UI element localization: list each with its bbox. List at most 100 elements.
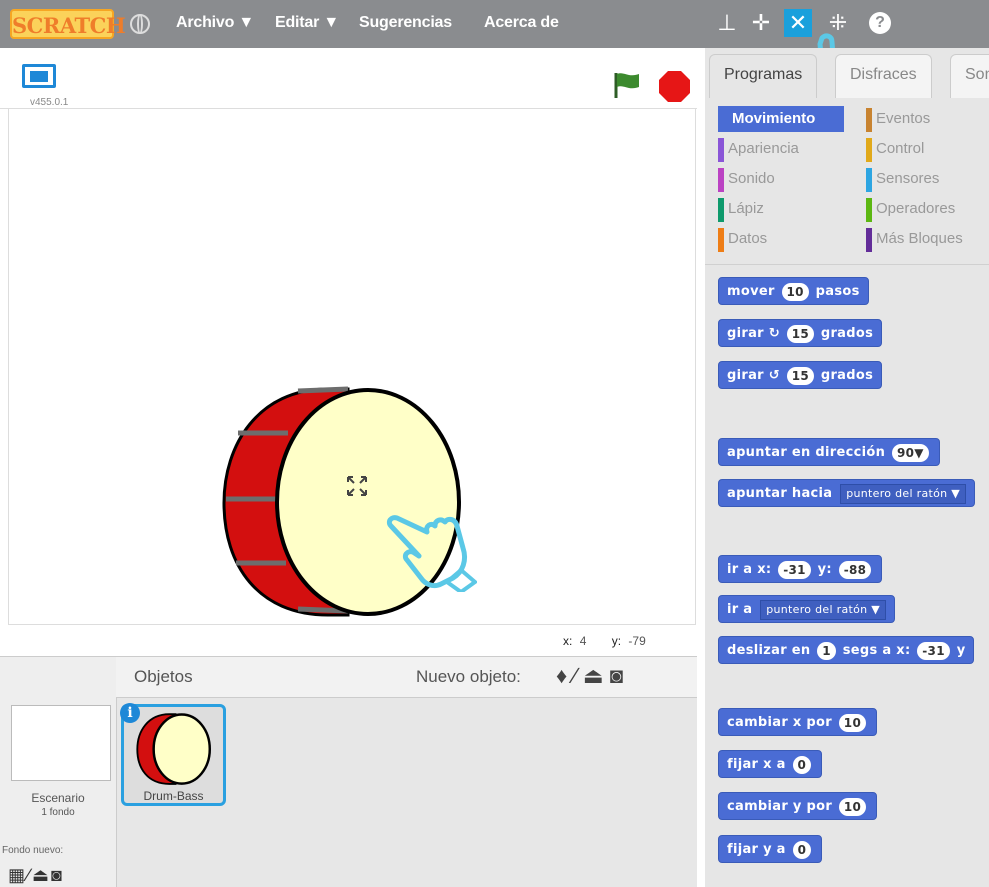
duplicate-stamp-icon[interactable]: ⊥ [713, 9, 741, 37]
tab-sonidos[interactable]: Sonidos [950, 54, 989, 98]
category-apariencia[interactable]: Apariencia [718, 136, 844, 162]
block-number-input[interactable]: 10 [838, 713, 867, 732]
block-ir-a-xy[interactable]: ir a x: -31 y: -88 [718, 555, 883, 583]
block-number-input[interactable]: 10 [781, 282, 809, 301]
drum-thumbnail [136, 713, 211, 785]
category-mas-bloques[interactable]: Más Bloques [866, 226, 989, 252]
sprite-library-icon[interactable]: ♦ [556, 663, 573, 688]
block-text: fijar y a [727, 842, 786, 857]
camera-backdrop-icon[interactable]: ◙ [51, 865, 64, 885]
mouse-coordinates: x: 4 y: -79 [563, 634, 646, 648]
category-label: Control [876, 140, 925, 157]
block-number-input[interactable]: -88 [838, 560, 872, 579]
block-number-input[interactable]: -31 [778, 560, 811, 579]
block-cambiar-x[interactable]: cambiar x por 10 [718, 708, 878, 736]
stop-sign-icon[interactable] [658, 70, 691, 103]
upload-backdrop-icon[interactable]: ⏏ [32, 865, 51, 885]
stage-thumbnail[interactable] [11, 705, 111, 781]
block-text: apuntar hacia [727, 486, 833, 501]
block-text: apuntar en dirección [727, 445, 886, 460]
category-color-bar [718, 168, 724, 192]
presentation-mode-button[interactable] [22, 64, 56, 88]
block-text: y: [817, 562, 832, 577]
category-operadores[interactable]: Operadores [866, 196, 989, 222]
menu-archivo[interactable]: Archivo ▼ [176, 14, 254, 32]
category-lapiz[interactable]: Lápiz [718, 196, 844, 222]
block-fijar-x[interactable]: fijar x a 0 [718, 750, 823, 778]
tab-programas[interactable]: Programas [709, 54, 818, 98]
category-color-bar [718, 138, 724, 162]
camera-sprite-icon[interactable]: ◙ [610, 663, 629, 688]
block-palette: Programas Disfraces Sonidos Movimiento A… [705, 48, 989, 887]
menu-editar[interactable]: Editar ▼ [275, 14, 339, 32]
block-number-input[interactable]: 0 [792, 840, 812, 859]
x-value: 4 [579, 634, 587, 648]
block-text: deslizar en [727, 643, 811, 658]
block-text: cambiar x por [727, 715, 832, 730]
category-control[interactable]: Control [866, 136, 989, 162]
block-number-input[interactable]: 15 [786, 366, 815, 385]
category-color-bar [718, 198, 724, 222]
block-text: girar [727, 368, 764, 383]
block-fijar-y[interactable]: fijar y a 0 [718, 835, 823, 863]
block-mover-pasos[interactable]: mover 10 pasos [718, 277, 869, 305]
block-apuntar-hacia[interactable]: apuntar hacia puntero del ratón ▼ [718, 479, 975, 507]
block-dropdown[interactable]: puntero del ratón ▼ [760, 599, 886, 620]
block-dropdown-number[interactable]: 90▼ [891, 443, 929, 462]
block-deslizar[interactable]: deslizar en 1 segs a x: -31 y [718, 636, 975, 664]
stage-header: v455.0.1 [0, 48, 697, 109]
block-number-input[interactable]: -31 [917, 641, 950, 660]
new-sprite-tools: ♦∕⏏◙ [556, 663, 629, 689]
category-label: Datos [728, 230, 768, 247]
blocks-list: mover 10 pasos girar ↻ 15 grados girar ↺… [705, 264, 989, 887]
block-number-input[interactable]: 10 [838, 797, 867, 816]
block-number-input[interactable]: 15 [786, 324, 815, 343]
block-number-input[interactable]: 0 [792, 755, 812, 774]
category-label: Sensores [876, 170, 940, 187]
block-text: mover [727, 284, 775, 299]
menu-sugerencias[interactable]: Sugerencias [359, 14, 452, 32]
block-text: ir a x: [727, 562, 772, 577]
category-color-bar [866, 198, 872, 222]
category-label: Más Bloques [876, 230, 963, 247]
rotate-right-icon: ↻ [768, 326, 780, 341]
block-girar-derecha[interactable]: girar ↻ 15 grados [718, 319, 883, 347]
category-eventos[interactable]: Eventos [866, 106, 989, 132]
category-color-bar [866, 168, 872, 192]
backdrop-library-icon[interactable]: ▦ [8, 865, 27, 885]
paint-sprite-icon[interactable]: ∕ [573, 663, 583, 688]
category-color-bar [866, 108, 872, 132]
new-backdrop-tools: ▦∕⏏◙ [8, 865, 64, 886]
stage-backdrop-count: 1 fondo [41, 807, 75, 818]
category-sonido[interactable]: Sonido [718, 166, 844, 192]
sprite-card-drum-bass[interactable]: i Drum-Bass [120, 703, 226, 806]
delete-cut-icon[interactable]: ✛ [747, 9, 775, 37]
green-flag-icon[interactable] [612, 70, 642, 100]
category-label: Operadores [876, 200, 956, 217]
block-girar-izquierda[interactable]: girar ↺ 15 grados [718, 361, 883, 389]
sprite-name: Drum-Bass [143, 789, 204, 803]
language-globe-icon[interactable] [130, 14, 150, 34]
category-datos[interactable]: Datos [718, 226, 844, 252]
scratch-logo[interactable]: SCRATCH [10, 9, 126, 39]
rotate-left-icon: ↺ [768, 368, 780, 383]
block-text: y [956, 643, 966, 658]
tab-disfraces[interactable]: Disfraces [835, 54, 932, 98]
new-sprite-label: Nuevo objeto: [416, 667, 521, 686]
category-movimiento[interactable]: Movimiento [718, 106, 844, 132]
menu-acerca-de[interactable]: Acerca de [484, 14, 559, 32]
block-text: cambiar y por [727, 799, 833, 814]
sprites-pane: Escenario 1 fondo Fondo nuevo: ▦∕⏏◙ Obje… [0, 656, 697, 887]
block-number-input[interactable]: 1 [817, 641, 836, 660]
category-label: Apariencia [728, 140, 799, 157]
block-text: pasos [815, 284, 860, 299]
block-dropdown[interactable]: puntero del ratón ▼ [840, 483, 966, 504]
block-apuntar-direccion[interactable]: apuntar en dirección 90▼ [718, 438, 940, 466]
block-cambiar-y[interactable]: cambiar y por 10 [718, 792, 878, 820]
category-sensores[interactable]: Sensores [866, 166, 989, 192]
upload-sprite-icon[interactable]: ⏏ [583, 663, 610, 688]
category-label: Lápiz [728, 200, 764, 217]
category-selector: Movimiento Apariencia Sonido Lápiz Datos… [713, 98, 989, 254]
y-label: y: [611, 634, 622, 648]
block-ir-a[interactable]: ir a puntero del ratón ▼ [718, 595, 895, 623]
